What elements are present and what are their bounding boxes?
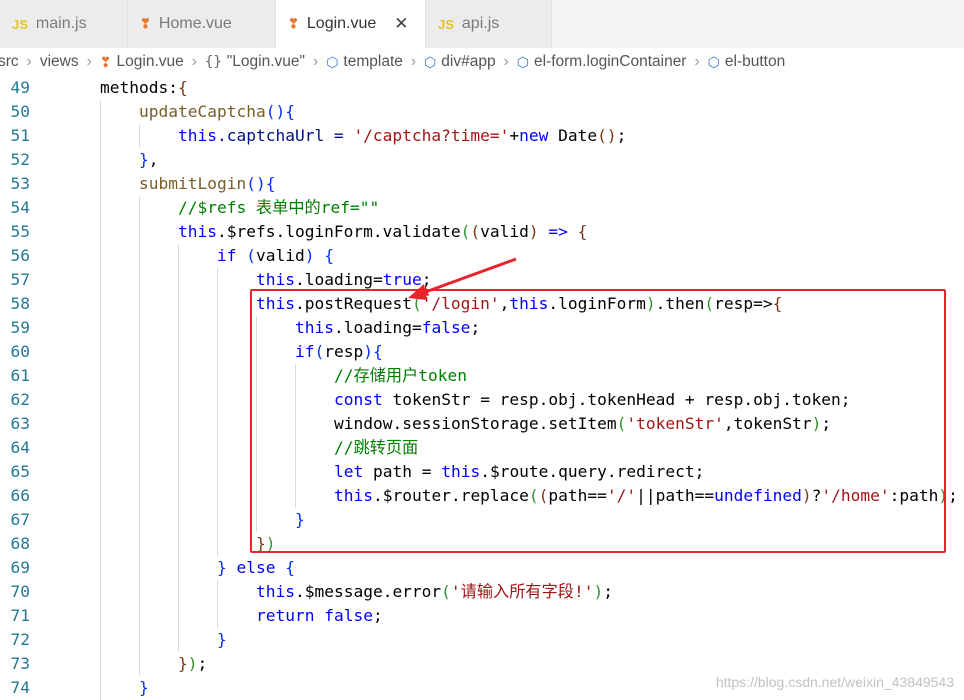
annotation-arrow-icon [408, 257, 517, 300]
watermark-text: https://blog.csdn.net/weixin_43849543 [715, 674, 954, 690]
